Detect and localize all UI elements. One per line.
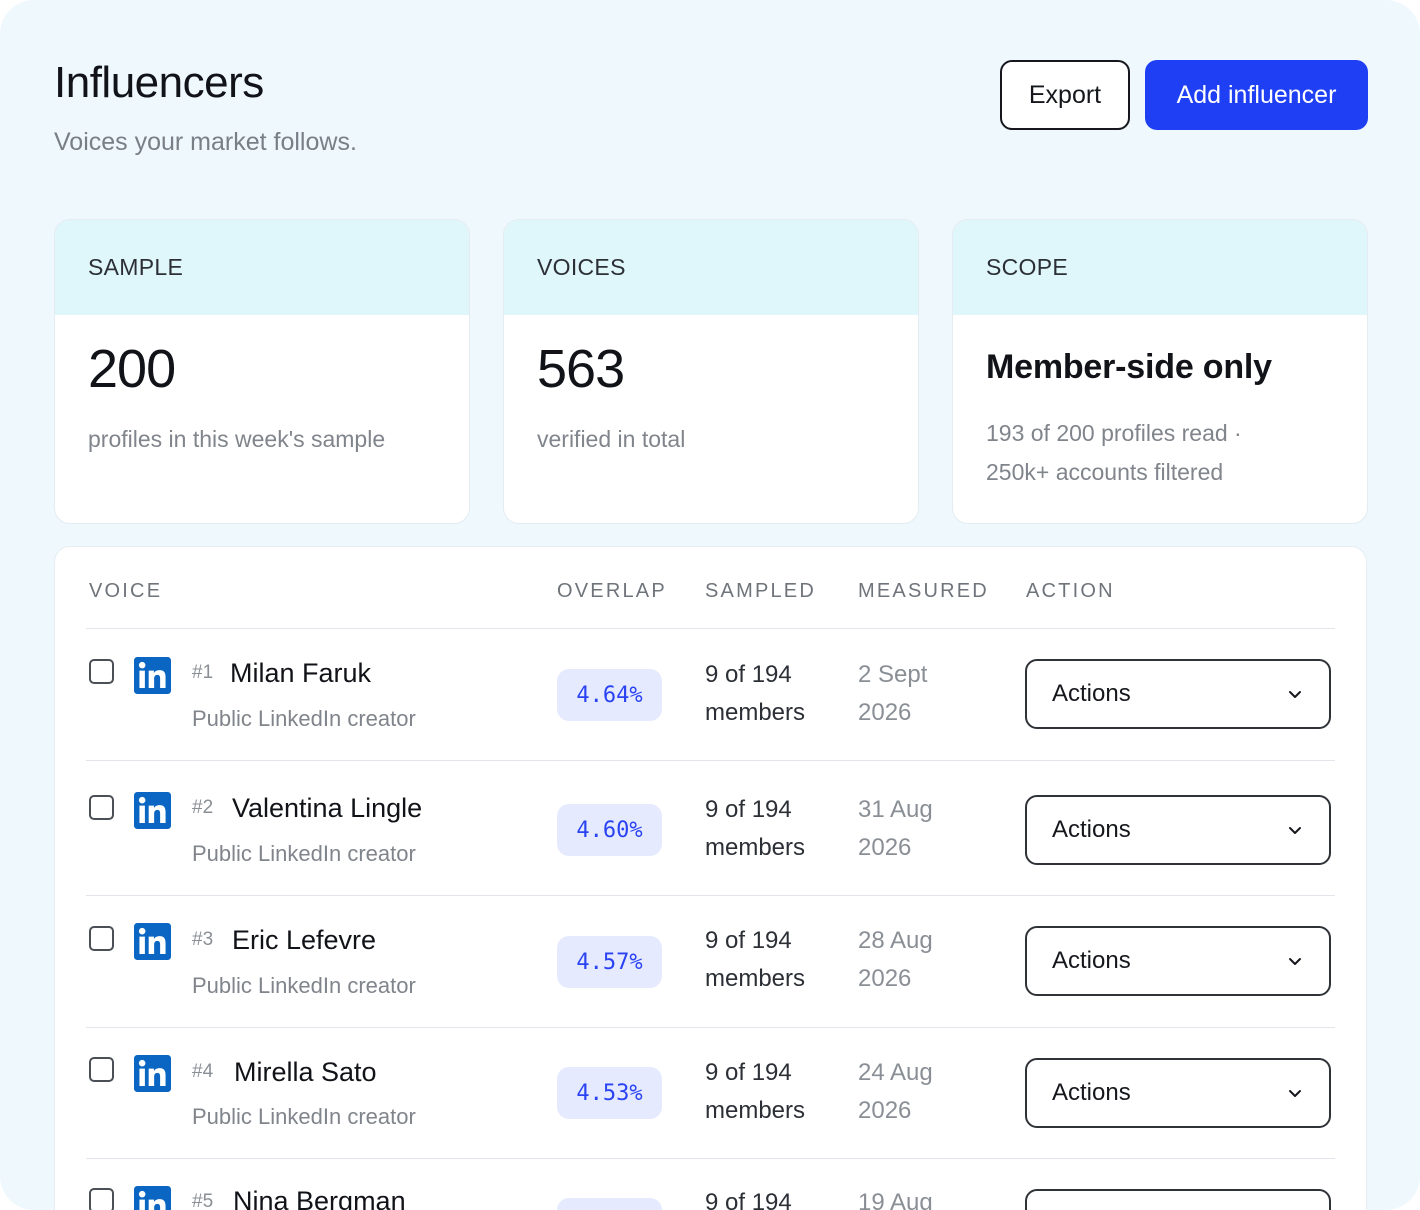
row-checkbox[interactable] <box>89 659 114 684</box>
stat-card-label: VOICES <box>504 220 918 315</box>
stat-card-description: profiles in this week's sample <box>88 426 386 452</box>
influencer-name[interactable]: Nina Bergman <box>233 1186 406 1210</box>
sampled-cell: 9 of 194 members <box>705 656 805 732</box>
table-divider <box>86 760 1335 761</box>
stat-card-value: 563 <box>537 339 625 399</box>
table-divider <box>86 628 1335 629</box>
measured-date: 28 Aug <box>858 927 933 954</box>
stat-card-value: Member-side only <box>986 348 1272 386</box>
chevron-down-icon <box>1289 691 1301 698</box>
actions-dropdown-label: Actions <box>1052 1079 1131 1106</box>
measured-date: 19 Aug <box>858 1189 933 1210</box>
column-header-action: ACTION <box>1026 580 1115 602</box>
influencer-name[interactable]: Mirella Sato <box>234 1057 377 1088</box>
stat-card-label: SCOPE <box>953 220 1367 315</box>
stat-card-description-line: 250k+ accounts filtered <box>986 459 1224 485</box>
measured-cell: 2 Sept 2026 <box>858 656 927 732</box>
actions-dropdown[interactable]: Actions <box>1025 1058 1331 1128</box>
actions-dropdown-label: Actions <box>1052 816 1131 843</box>
influencer-name[interactable]: Milan Faruk <box>230 658 371 689</box>
sampled-count: 9 of 194 <box>705 1059 792 1086</box>
actions-dropdown[interactable]: Actions <box>1025 795 1331 865</box>
overlap-badge: 4.53% <box>557 1067 662 1119</box>
influencer-role: Public LinkedIn creator <box>192 1104 416 1129</box>
sampled-unit: members <box>705 965 806 992</box>
measured-date: 2 Sept <box>858 661 928 688</box>
measured-year: 2026 <box>858 834 912 861</box>
stat-card-sample: SAMPLE 200 profiles in this week's sampl… <box>54 219 470 524</box>
sampled-unit: members <box>705 699 806 726</box>
stat-card-value: 200 <box>88 339 176 399</box>
overlap-badge: 4.64% <box>557 669 662 721</box>
influencer-role: Public LinkedIn creator <box>192 973 416 998</box>
stat-card-description-line: 193 of 200 profiles read · <box>986 420 1242 446</box>
row-checkbox[interactable] <box>89 795 114 820</box>
stat-card-description: verified in total <box>537 426 686 452</box>
rank-label: #1 <box>192 662 214 683</box>
influencer-name[interactable]: Eric Lefevre <box>232 925 376 956</box>
actions-dropdown[interactable]: Actions <box>1025 926 1331 996</box>
measured-year: 2026 <box>858 699 912 726</box>
linkedin-icon <box>134 1055 171 1092</box>
sampled-cell: 9 of 194 <box>705 1184 792 1210</box>
linkedin-icon <box>134 923 171 960</box>
sampled-cell: 9 of 194 members <box>705 922 805 998</box>
measured-cell: 28 Aug 2026 <box>858 922 933 998</box>
overlap-badge: 4.60% <box>557 804 662 856</box>
linkedin-icon <box>134 792 171 829</box>
rank-label: #2 <box>192 797 214 818</box>
influencer-role: Public LinkedIn creator <box>192 841 416 866</box>
influencer-name[interactable]: Valentina Lingle <box>232 793 422 824</box>
linkedin-icon <box>134 1186 171 1210</box>
column-header-measured[interactable]: MEASURED <box>858 580 989 603</box>
column-header-sampled[interactable]: SAMPLED <box>705 580 816 603</box>
table-divider <box>86 1027 1335 1028</box>
sampled-cell: 9 of 194 members <box>705 1054 805 1130</box>
linkedin-icon <box>134 657 171 694</box>
table-divider <box>86 895 1335 896</box>
measured-date: 31 Aug <box>858 796 933 823</box>
sampled-unit: members <box>705 1097 806 1124</box>
measured-cell: 31 Aug 2026 <box>858 791 933 867</box>
actions-dropdown[interactable] <box>1025 1189 1331 1210</box>
measured-date: 24 Aug <box>858 1059 933 1086</box>
influencer-role: Public LinkedIn creator <box>192 706 416 731</box>
measured-year: 2026 <box>858 1097 912 1124</box>
column-header-voice[interactable]: VOICE <box>89 580 162 603</box>
table-divider <box>86 1158 1335 1159</box>
chevron-down-icon <box>1289 827 1301 834</box>
rank-label: #4 <box>192 1061 214 1082</box>
chevron-down-icon <box>1289 958 1301 965</box>
stat-card-scope: SCOPE Member-side only 193 of 200 profil… <box>952 219 1368 524</box>
sampled-count: 9 of 194 <box>705 927 792 954</box>
stat-card-label: SAMPLE <box>55 220 469 315</box>
row-checkbox[interactable] <box>89 1188 114 1210</box>
sampled-count: 9 of 194 <box>705 661 792 688</box>
overlap-badge <box>557 1198 662 1210</box>
sampled-count: 9 of 194 <box>705 796 792 823</box>
overlap-badge: 4.57% <box>557 936 662 988</box>
sampled-cell: 9 of 194 members <box>705 791 805 867</box>
row-checkbox[interactable] <box>89 1057 114 1082</box>
rank-label: #3 <box>192 929 214 950</box>
sampled-count: 9 of 194 <box>705 1189 792 1210</box>
measured-cell: 19 Aug <box>858 1184 933 1210</box>
rank-label: #5 <box>192 1191 214 1210</box>
actions-dropdown-label: Actions <box>1052 680 1131 707</box>
influencers-page: Influencers Voices your market follows. … <box>0 0 1420 1210</box>
stat-card-voices: VOICES 563 verified in total <box>503 219 919 524</box>
measured-year: 2026 <box>858 965 912 992</box>
table-row: #5 Nina Bergman 9 of 194 19 Aug <box>0 0 1420 1210</box>
actions-dropdown-label: Actions <box>1052 947 1131 974</box>
stat-card-description: 193 of 200 profiles read · 250k+ account… <box>986 414 1346 492</box>
actions-dropdown[interactable]: Actions <box>1025 659 1331 729</box>
column-header-overlap[interactable]: OVERLAP <box>557 580 667 603</box>
row-checkbox[interactable] <box>89 926 114 951</box>
sampled-unit: members <box>705 834 806 861</box>
chevron-down-icon <box>1289 1090 1301 1097</box>
measured-cell: 24 Aug 2026 <box>858 1054 933 1130</box>
page-subtitle: Voices your market follows. <box>54 128 357 156</box>
